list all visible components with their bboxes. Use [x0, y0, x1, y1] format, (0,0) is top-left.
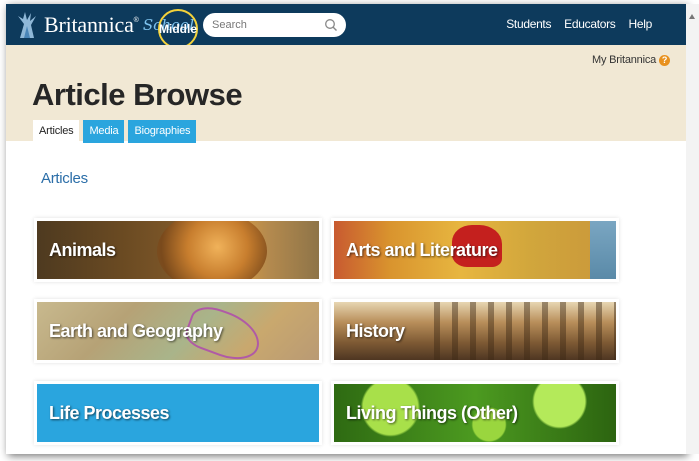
page-header: My Britannica ? Article Browse Articles …	[6, 45, 686, 143]
search-icon[interactable]	[324, 18, 338, 32]
search-box	[203, 13, 346, 37]
category-label: Animals	[49, 240, 116, 260]
my-britannica-label: My Britannica	[592, 54, 657, 66]
question-circle-icon[interactable]: ?	[659, 54, 671, 66]
category-tile-history[interactable]: History	[334, 302, 616, 360]
tab-media[interactable]: Media	[83, 120, 125, 143]
category-tile-animals[interactable]: Animals	[37, 221, 319, 279]
category-label: History	[346, 321, 405, 341]
tab-biographies[interactable]: Biographies	[128, 120, 197, 143]
page-title: Article Browse	[32, 77, 243, 112]
content-type-tabs: Articles Media Biographies	[33, 120, 197, 143]
category-tile-life-processes[interactable]: Life Processes	[37, 384, 319, 442]
cathedral-image	[434, 302, 616, 360]
category-label: Life Processes	[49, 403, 170, 423]
top-nav-bar: Britannica ® School Middle Students Educ…	[6, 4, 686, 49]
search-input[interactable]	[212, 17, 322, 33]
nav-link-educators[interactable]: Educators	[564, 17, 616, 31]
painting-image-detail	[590, 221, 616, 279]
nav-link-students[interactable]: Students	[506, 17, 551, 31]
top-nav-links: Students Educators Help	[506, 17, 652, 31]
brand-name: Britannica	[44, 12, 134, 37]
my-britannica-link[interactable]: My Britannica ?	[592, 54, 671, 66]
thistle-logo-icon	[18, 12, 36, 38]
category-tile-earth-and-geography[interactable]: Earth and Geography	[37, 302, 319, 360]
nav-link-help[interactable]: Help	[629, 17, 653, 31]
tab-articles[interactable]: Articles	[33, 120, 80, 143]
section-heading: Articles	[41, 170, 88, 187]
category-label: Earth and Geography	[49, 321, 223, 341]
browser-viewport: Britannica ® School Middle Students Educ…	[6, 4, 686, 454]
vertical-scrollbar[interactable]	[686, 4, 699, 454]
category-tile-living-things-other[interactable]: Living Things (Other)	[334, 384, 616, 442]
category-label: Arts and Literature	[346, 240, 498, 260]
lion-image	[157, 221, 267, 279]
category-tile-arts-and-literature[interactable]: Arts and Literature	[334, 221, 616, 279]
registered-mark: ®	[133, 16, 139, 24]
level-badge[interactable]: Middle	[158, 9, 198, 49]
scroll-up-arrow-icon[interactable]	[689, 14, 695, 19]
category-label: Living Things (Other)	[346, 403, 518, 423]
